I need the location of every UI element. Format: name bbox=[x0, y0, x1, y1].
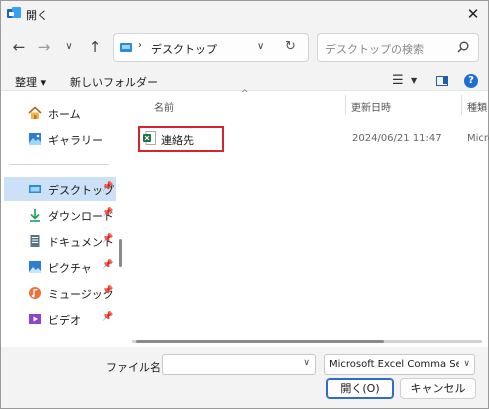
home-icon bbox=[28, 106, 42, 119]
excel-csv-icon bbox=[143, 131, 156, 145]
pin-icon: 📌 bbox=[102, 286, 114, 296]
column-header-type[interactable]: 種類 bbox=[467, 99, 487, 114]
document-icon bbox=[30, 235, 40, 247]
search-icon[interactable] bbox=[457, 41, 469, 53]
sidebar-item-downloads[interactable]: ダウンロード 📌 bbox=[4, 203, 116, 227]
sidebar-item-desktop[interactable]: デスクトップ 📌 bbox=[4, 177, 116, 201]
file-list: ^ 名前 更新日時 種類 連絡先 2024/06/21 11:47 Micro bbox=[128, 89, 489, 347]
chevron-down-icon[interactable]: ∨ bbox=[303, 358, 310, 368]
refresh-button[interactable]: ↻ bbox=[285, 39, 296, 54]
dialog-footer: ファイル名(N): ∨ Microsoft Excel Comma Separa… bbox=[1, 347, 488, 408]
sidebar-item-label: ホーム bbox=[48, 108, 81, 121]
recent-locations-button[interactable]: ∨ bbox=[59, 37, 79, 57]
title-bar: 開く ✕ bbox=[1, 1, 488, 27]
gallery-icon bbox=[29, 133, 41, 145]
back-button[interactable]: ← bbox=[9, 37, 29, 57]
music-icon bbox=[29, 287, 41, 299]
open-button[interactable]: 開く(O) bbox=[326, 378, 394, 399]
column-divider[interactable] bbox=[345, 95, 346, 115]
pin-icon: 📌 bbox=[102, 312, 114, 322]
download-icon bbox=[30, 209, 40, 222]
sidebar-item-label: ピクチャ bbox=[48, 262, 92, 275]
file-type-select[interactable]: Microsoft Excel Comma Separated Values F… bbox=[324, 354, 475, 375]
sidebar-scrollbar[interactable] bbox=[119, 97, 122, 345]
video-icon bbox=[29, 314, 41, 324]
breadcrumb-separator: › bbox=[138, 40, 142, 51]
sidebar-item-label: ギャラリー bbox=[48, 134, 103, 147]
address-dropdown-icon[interactable]: ∨ bbox=[257, 41, 264, 52]
search-box[interactable]: デスクトップの検索 bbox=[317, 33, 479, 62]
file-item-renrakusaki[interactable]: 連絡先 bbox=[138, 126, 224, 152]
sidebar-scrollbar-thumb[interactable] bbox=[119, 239, 122, 267]
up-button[interactable]: ↑ bbox=[85, 37, 105, 57]
app-icon bbox=[7, 7, 21, 18]
chevron-down-icon[interactable]: ∨ bbox=[461, 359, 470, 369]
preview-pane-icon[interactable] bbox=[436, 76, 448, 86]
filename-input[interactable]: ∨ bbox=[162, 354, 316, 375]
desktop-folder-icon bbox=[120, 43, 132, 52]
view-dropdown-icon[interactable]: ▼ bbox=[411, 76, 417, 85]
sidebar-item-videos[interactable]: ビデオ 📌 bbox=[4, 307, 116, 331]
window-title: 開く bbox=[26, 9, 48, 22]
desktop-icon bbox=[29, 185, 41, 193]
sidebar-item-gallery[interactable]: ギャラリー bbox=[4, 127, 116, 151]
sidebar-item-documents[interactable]: ドキュメント 📌 bbox=[4, 229, 116, 253]
navigation-pane: ホーム ギャラリー デスクトップ 📌 ダウンロード 📌 ドキュメント 📌 ピクチ… bbox=[1, 91, 122, 347]
help-icon[interactable]: ? bbox=[464, 74, 478, 88]
sidebar-divider bbox=[9, 164, 109, 165]
sidebar-item-label: ビデオ bbox=[48, 314, 81, 327]
file-type: Micro bbox=[467, 133, 489, 144]
pin-icon: 📌 bbox=[102, 260, 114, 270]
file-name: 連絡先 bbox=[161, 134, 194, 147]
view-options-icon[interactable]: ☰ bbox=[392, 73, 404, 88]
pin-icon: 📌 bbox=[102, 208, 114, 218]
file-modified: 2024/06/21 11:47 bbox=[352, 133, 442, 144]
new-folder-button[interactable]: 新しいフォルダー bbox=[70, 74, 158, 90]
column-divider[interactable] bbox=[461, 95, 462, 115]
cancel-button[interactable]: キャンセル bbox=[400, 378, 476, 399]
sort-ascending-icon: ^ bbox=[241, 89, 249, 99]
column-header-modified[interactable]: 更新日時 bbox=[351, 99, 391, 114]
search-placeholder: デスクトップの検索 bbox=[325, 43, 424, 56]
horizontal-scrollbar-thumb[interactable] bbox=[136, 340, 384, 343]
pin-icon: 📌 bbox=[102, 234, 114, 244]
file-type-selected: Microsoft Excel Comma Separated Values F… bbox=[329, 359, 459, 370]
picture-icon bbox=[29, 261, 41, 273]
sidebar-item-pictures[interactable]: ピクチャ 📌 bbox=[4, 255, 116, 279]
content-area: ホーム ギャラリー デスクトップ 📌 ダウンロード 📌 ドキュメント 📌 ピクチ… bbox=[1, 89, 489, 347]
column-header-name[interactable]: 名前 bbox=[154, 99, 174, 114]
pin-icon: 📌 bbox=[102, 182, 114, 192]
forward-button[interactable]: → bbox=[34, 37, 54, 57]
organize-menu[interactable]: 整理 ▾ bbox=[15, 74, 46, 90]
sidebar-item-music[interactable]: ミュージック 📌 bbox=[4, 281, 116, 305]
sidebar-item-home[interactable]: ホーム bbox=[4, 101, 116, 125]
address-bar[interactable]: › デスクトップ ∨ ↻ bbox=[113, 33, 309, 62]
breadcrumb-desktop[interactable]: デスクトップ bbox=[151, 41, 217, 57]
close-button[interactable]: ✕ bbox=[464, 5, 482, 23]
open-file-dialog: 開く ✕ ← → ∨ ↑ › デスクトップ ∨ ↻ デスクトップの検索 整理 ▾… bbox=[0, 0, 489, 409]
navigation-bar: ← → ∨ ↑ › デスクトップ ∨ ↻ デスクトップの検索 bbox=[1, 31, 488, 63]
